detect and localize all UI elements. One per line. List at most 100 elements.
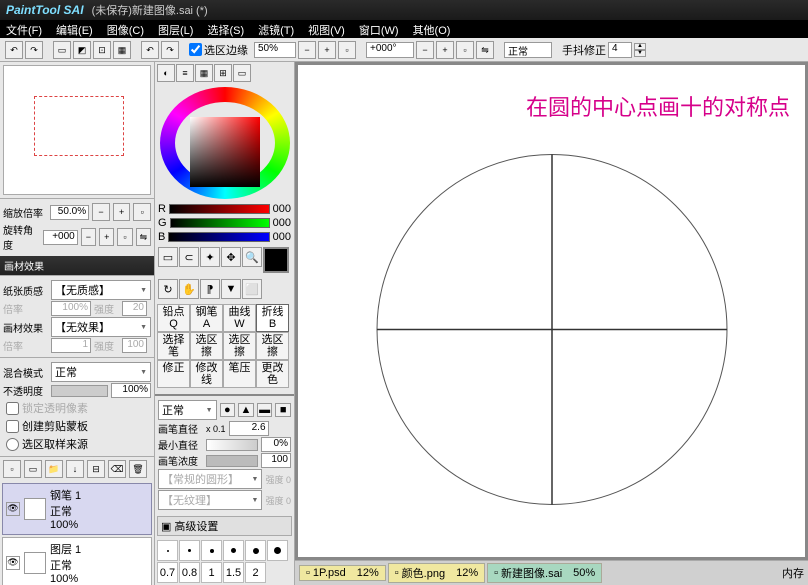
density-value[interactable]: 100: [261, 453, 291, 468]
zoom-display[interactable]: 50%: [254, 42, 296, 58]
brush-shape-1[interactable]: ●: [220, 403, 236, 417]
pen-tool[interactable]: 钢笔A: [190, 304, 223, 332]
doc-tab[interactable]: ▫颜色.png12%: [388, 563, 485, 583]
tb-redo2[interactable]: ↷: [161, 41, 179, 59]
density-slider[interactable]: [206, 455, 258, 467]
advanced-settings-toggle[interactable]: ▣高级设置: [157, 516, 292, 536]
zoom-out-button[interactable]: −: [298, 41, 316, 59]
rotate-reset-button[interactable]: ▫: [456, 41, 474, 59]
menu-layer[interactable]: 图层(L): [158, 22, 193, 36]
menu-edit[interactable]: 编辑(E): [56, 22, 93, 36]
hand-tool[interactable]: ✋: [179, 279, 199, 299]
lasso-tool[interactable]: ⊂: [179, 247, 199, 267]
brush-size-label-cell[interactable]: 0.7: [157, 562, 178, 583]
blue-slider[interactable]: [168, 232, 269, 242]
select-pen-tool[interactable]: 选择笔: [157, 332, 190, 360]
new-linework-button[interactable]: ▭: [24, 460, 42, 478]
delete-layer-button[interactable]: 🗑: [129, 460, 147, 478]
canvas[interactable]: 在圆的中心点画十的对称点: [297, 64, 806, 558]
selection-boundary-checkbox[interactable]: [189, 43, 202, 56]
menu-filter[interactable]: 滤镜(T): [258, 22, 294, 36]
min-size-slider[interactable]: [206, 439, 258, 451]
brush-shape-2[interactable]: ▲: [238, 403, 254, 417]
brush-blend-dropdown[interactable]: 正常: [158, 400, 217, 420]
color-wheel-tab[interactable]: ◐: [157, 64, 175, 82]
select-erase-tool-3[interactable]: 选区擦: [256, 332, 289, 360]
navigator-viewport[interactable]: [34, 96, 124, 156]
brush-preset[interactable]: [245, 540, 266, 561]
fg-color-swatch[interactable]: [263, 247, 289, 273]
min-size-value[interactable]: 0%: [261, 437, 291, 452]
zoom-fit-button[interactable]: ▫: [338, 41, 356, 59]
brush-size-label-cell[interactable]: 1: [201, 562, 222, 583]
rot-plus[interactable]: +: [99, 228, 114, 246]
clipping-checkbox[interactable]: [6, 420, 19, 433]
brush-texture-dropdown[interactable]: 【无纹理】: [158, 490, 262, 510]
brush-size-label-cell[interactable]: 0.8: [179, 562, 200, 583]
menu-window[interactable]: 窗口(W): [359, 22, 399, 36]
select-erase-tool-1[interactable]: 选区擦: [190, 332, 223, 360]
line-edit-tool[interactable]: 修改线: [190, 360, 223, 388]
brush-preset[interactable]: [267, 540, 288, 561]
stabilizer-value[interactable]: 4: [608, 42, 632, 58]
stabilizer-up[interactable]: ▲: [634, 43, 646, 50]
navigator[interactable]: [3, 65, 151, 195]
polyline-tool[interactable]: 折线B: [256, 304, 289, 332]
brush-preset[interactable]: [157, 540, 178, 561]
bg-tool[interactable]: ⬜: [242, 279, 262, 299]
stabilizer-down[interactable]: ▼: [634, 50, 646, 57]
deselect-button[interactable]: ▭: [53, 41, 71, 59]
blend-mode-dropdown[interactable]: 正常: [51, 362, 151, 382]
zoom-minus[interactable]: −: [92, 203, 110, 221]
flip-h-button[interactable]: ⇋: [476, 41, 494, 59]
scratchpad-tab[interactable]: ▭: [233, 64, 251, 82]
swatches-tab[interactable]: ⊞: [214, 64, 232, 82]
rot-reset[interactable]: ▫: [117, 228, 132, 246]
layer-visibility-icon[interactable]: 👁: [6, 556, 20, 570]
tile-grid-button[interactable]: ▦: [113, 41, 131, 59]
zoom-plus[interactable]: +: [113, 203, 131, 221]
rgb-slider-tab[interactable]: ≡: [176, 64, 194, 82]
color-change-tool[interactable]: 更改色: [256, 360, 289, 388]
effect-dropdown[interactable]: 【无效果】: [51, 317, 151, 337]
menu-file[interactable]: 文件(F): [6, 22, 42, 36]
rotate-tool[interactable]: ↻: [158, 279, 178, 299]
opacity-slider[interactable]: [51, 385, 108, 397]
zoom-reset[interactable]: ▫: [133, 203, 151, 221]
sample-source-radio[interactable]: [6, 438, 19, 451]
brush-preset[interactable]: [223, 540, 244, 561]
brush-shape-3[interactable]: ▬: [257, 403, 273, 417]
green-slider[interactable]: [170, 218, 270, 228]
edit-tool[interactable]: 修正: [157, 360, 190, 388]
bucket-tool[interactable]: ▼: [221, 279, 241, 299]
menu-view[interactable]: 视图(V): [308, 22, 345, 36]
pressure-tool[interactable]: 笔压: [223, 360, 256, 388]
protect-alpha-checkbox[interactable]: [6, 402, 19, 415]
color-wheel[interactable]: [160, 87, 290, 199]
doc-tab[interactable]: ▫1P.psd12%: [299, 565, 386, 581]
show-selection-button[interactable]: ⊡: [93, 41, 111, 59]
zoom-tool[interactable]: 🔍: [242, 247, 262, 267]
menu-canvas[interactable]: 图像(C): [107, 22, 144, 36]
merge-down-button[interactable]: ⊟: [87, 460, 105, 478]
zoom-in-button[interactable]: +: [318, 41, 336, 59]
pencil-tool[interactable]: 铅点Q: [157, 304, 190, 332]
angle-display[interactable]: +000°: [366, 42, 414, 58]
texture-dropdown[interactable]: 【无质感】: [51, 280, 151, 300]
redo-button[interactable]: ↷: [25, 41, 43, 59]
rot-minus[interactable]: −: [81, 228, 96, 246]
curve-tool[interactable]: 曲线W: [223, 304, 256, 332]
select-erase-tool-2[interactable]: 选区擦: [223, 332, 256, 360]
magic-wand-tool[interactable]: ✦: [200, 247, 220, 267]
new-folder-button[interactable]: 📁: [45, 460, 63, 478]
brush-preset[interactable]: [201, 540, 222, 561]
opacity-value[interactable]: 100%: [111, 383, 151, 398]
clear-layer-button[interactable]: ⌫: [108, 460, 126, 478]
layer-item[interactable]: 👁 钢笔 1 正常100%: [2, 483, 152, 535]
new-layer-button[interactable]: ▫: [3, 460, 21, 478]
brush-shape-dropdown[interactable]: 【常规的圆形】: [158, 469, 262, 489]
invert-selection-button[interactable]: ◩: [73, 41, 91, 59]
move-tool[interactable]: ✥: [221, 247, 241, 267]
rotate-cw-button[interactable]: +: [436, 41, 454, 59]
menu-select[interactable]: 选择(S): [207, 22, 244, 36]
